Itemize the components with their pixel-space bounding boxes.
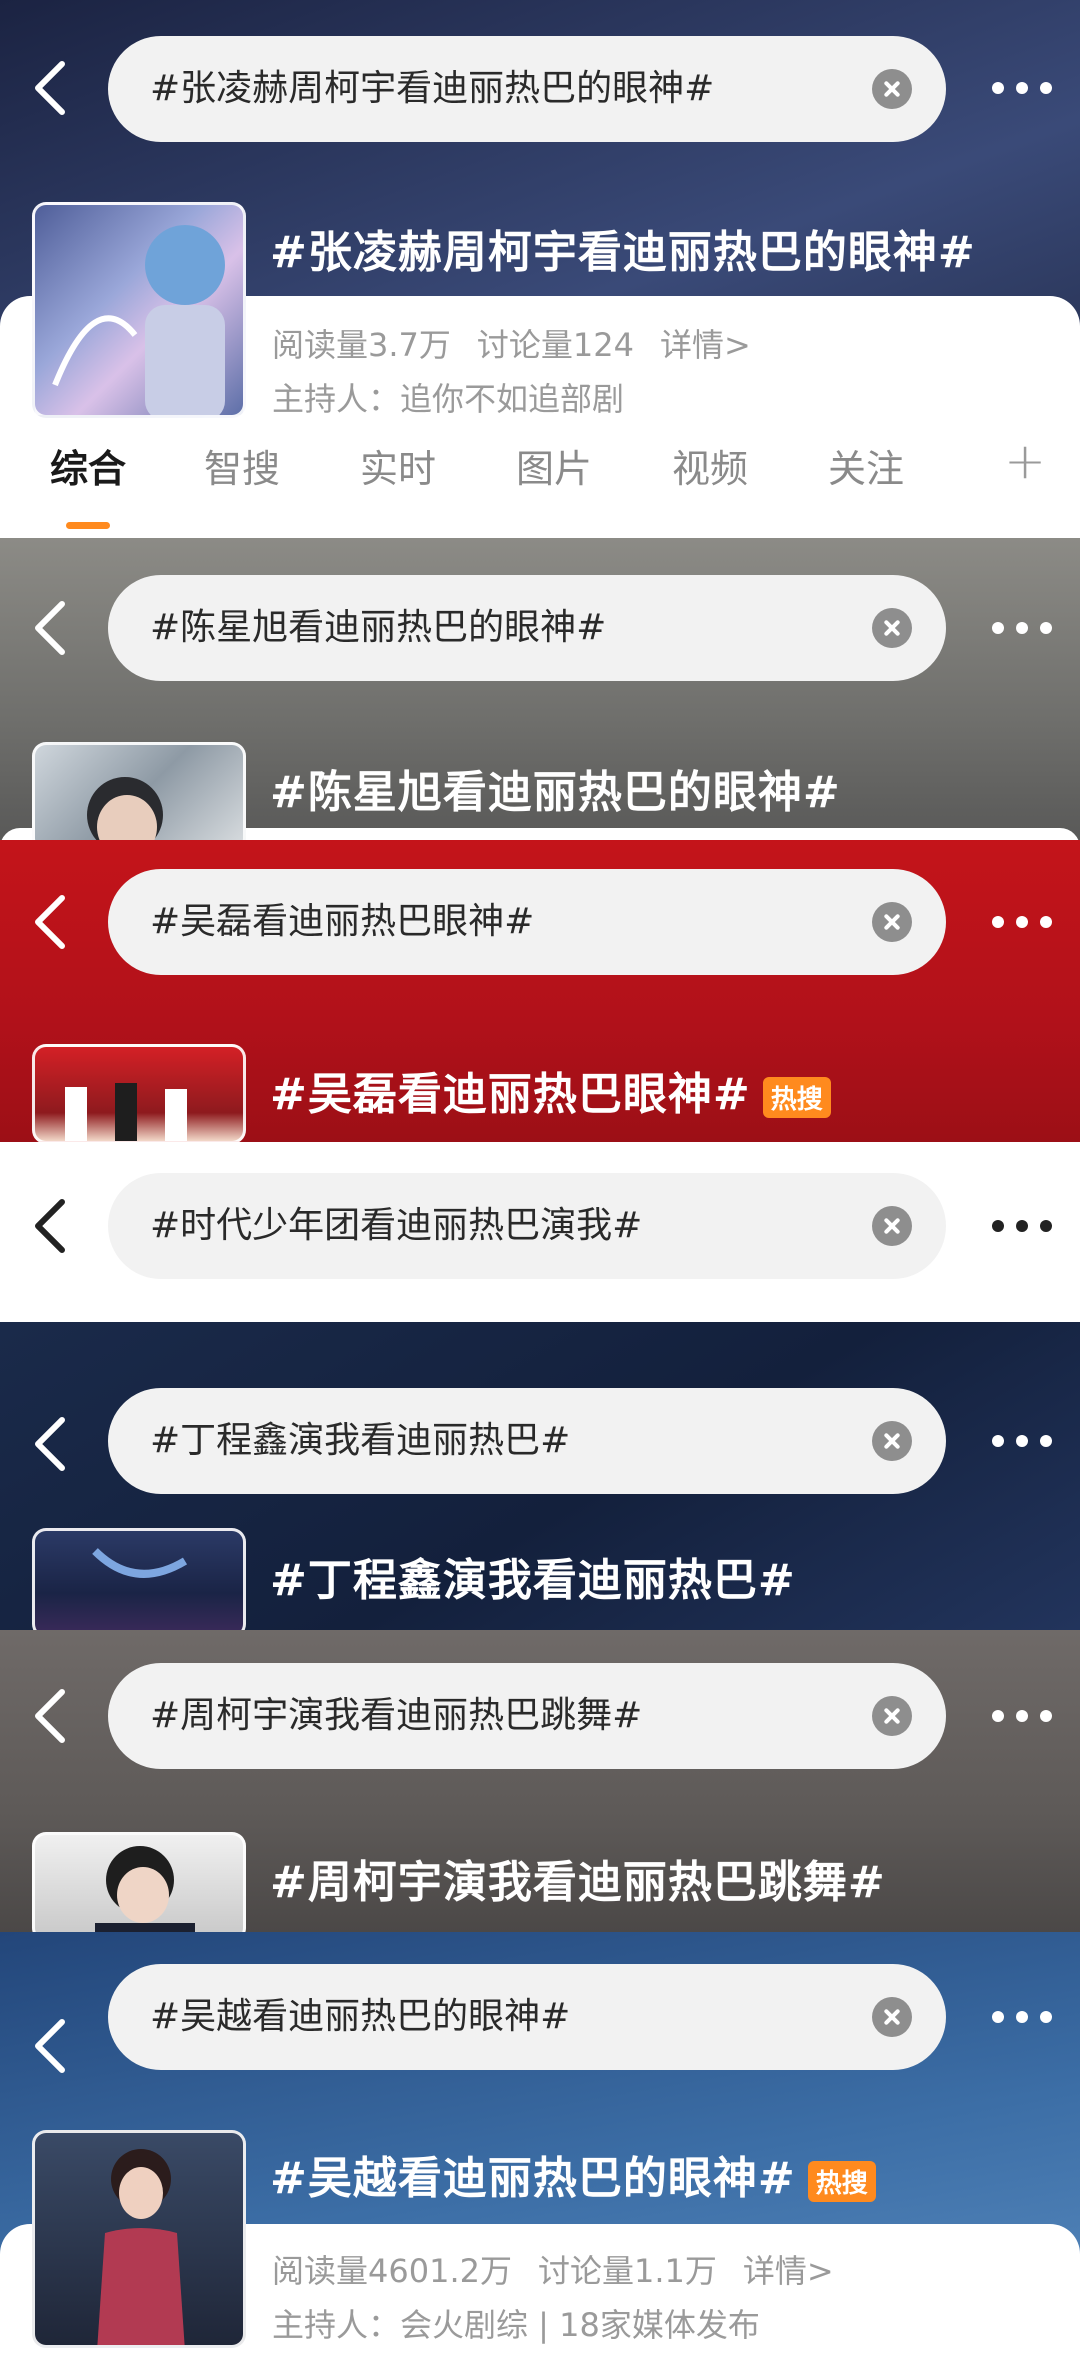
topic-title: #周柯宇演我看迪丽热巴跳舞#	[270, 1857, 886, 1908]
tab-following[interactable]: 关注	[828, 438, 904, 493]
back-arrow-icon	[35, 1199, 65, 1253]
tab-comprehensive[interactable]: 综合	[50, 438, 126, 493]
more-dots-icon[interactable]	[992, 1220, 1052, 1234]
read-count: 阅读量4601.2万	[272, 2252, 512, 2290]
search-bar[interactable]: #吴磊看迪丽热巴眼神#	[108, 869, 946, 975]
back-arrow-icon	[35, 895, 65, 949]
topic-thumbnail	[32, 742, 246, 840]
topic-panel-5: #丁程鑫演我看迪丽热巴# #丁程鑫演我看迪丽热巴#	[0, 1322, 1080, 1630]
back-arrow-icon	[35, 1689, 65, 1743]
hot-search-badge: 热搜	[807, 2160, 876, 2202]
more-dots-icon[interactable]	[992, 82, 1052, 96]
more-dots-icon[interactable]	[992, 622, 1052, 636]
tab-bar: 综合 智搜 实时 图片 视频 关注 +	[0, 432, 1080, 529]
topic-panel-2: #陈星旭看迪丽热巴的眼神# #陈星旭看迪丽热巴的眼神#	[0, 538, 1080, 840]
topic-thumbnail	[32, 1528, 246, 1630]
topic-panel-7: #吴越看迪丽热巴的眼神# #吴越看迪丽热巴的眼神# 热搜 阅读量4601.2万 讨论…	[0, 1932, 1080, 2372]
clear-icon[interactable]	[872, 1997, 912, 2037]
topic-thumbnail	[32, 1044, 246, 1142]
topic-panel-1: #张凌赫周柯宇看迪丽热巴的眼神# #张凌赫周柯宇看迪丽热巴的眼神# 阅读量3.7…	[0, 0, 1080, 538]
more-dots-icon[interactable]	[992, 2011, 1052, 2025]
discussion-count: 讨论量1.1万	[537, 2252, 717, 2290]
topic-thumbnail	[32, 202, 246, 418]
topic-panel-4: #时代少年团看迪丽热巴演我#	[0, 1142, 1080, 1322]
topic-title-text: #吴越看迪丽热巴的眼神#	[270, 2153, 796, 2204]
topic-title: #吴磊看迪丽热巴眼神# 热搜	[270, 1058, 831, 1122]
topic-panel-6: #周柯宇演我看迪丽热巴跳舞# #周柯宇演我看迪丽热巴跳舞#	[0, 1630, 1080, 1932]
plus-icon[interactable]: +	[1004, 432, 1046, 490]
clear-icon[interactable]	[872, 1696, 912, 1736]
tab-smart-search[interactable]: 智搜	[204, 438, 280, 493]
details-link[interactable]: 详情>	[660, 326, 751, 364]
clear-icon[interactable]	[872, 1421, 912, 1461]
topic-thumbnail	[32, 1832, 246, 1932]
topic-title: #张凌赫周柯宇看迪丽热巴的眼神#	[270, 227, 976, 278]
topic-stats: 阅读量4601.2万 讨论量1.1万 详情>	[272, 2246, 860, 2292]
more-dots-icon[interactable]	[992, 1435, 1052, 1449]
topic-title: #吴越看迪丽热巴的眼神# 热搜	[270, 2142, 876, 2206]
back-button[interactable]	[30, 2016, 70, 2076]
details-link[interactable]: 详情>	[743, 2252, 834, 2290]
search-bar[interactable]: #吴越看迪丽热巴的眼神#	[108, 1964, 946, 2070]
search-input[interactable]: #吴磊看迪丽热巴眼神#	[150, 869, 534, 975]
more-dots-icon[interactable]	[992, 1710, 1052, 1724]
topic-stats: 阅读量3.7万 讨论量124 详情>	[272, 320, 777, 366]
topic-thumbnail	[32, 2130, 246, 2348]
back-button[interactable]	[30, 598, 70, 658]
host-info: 主持人：会火剧综 | 18家媒体发布	[272, 2306, 760, 2344]
search-bar[interactable]: #张凌赫周柯宇看迪丽热巴的眼神#	[108, 36, 946, 142]
tab-realtime[interactable]: 实时	[360, 438, 436, 493]
clear-icon[interactable]	[872, 608, 912, 648]
clear-icon[interactable]	[872, 69, 912, 109]
search-bar[interactable]: #丁程鑫演我看迪丽热巴#	[108, 1388, 946, 1494]
search-input[interactable]: #时代少年团看迪丽热巴演我#	[150, 1173, 642, 1279]
back-button[interactable]	[30, 1196, 70, 1256]
search-bar[interactable]: #时代少年团看迪丽热巴演我#	[108, 1173, 946, 1279]
back-button[interactable]	[30, 1414, 70, 1474]
topic-panel-3: #吴磊看迪丽热巴眼神# #吴磊看迪丽热巴眼神# 热搜	[0, 840, 1080, 1142]
host-info: 主持人：追你不如追部剧	[272, 380, 625, 418]
search-input[interactable]: #周柯宇演我看迪丽热巴跳舞#	[150, 1663, 642, 1769]
hot-search-badge: 热搜	[762, 1076, 831, 1118]
discussion-count: 讨论量124	[476, 326, 634, 364]
clear-icon[interactable]	[872, 1206, 912, 1246]
active-tab-indicator	[66, 522, 110, 529]
topic-title: #丁程鑫演我看迪丽热巴#	[270, 1555, 796, 1606]
search-input[interactable]: #丁程鑫演我看迪丽热巴#	[150, 1388, 570, 1494]
more-dots-icon[interactable]	[992, 916, 1052, 930]
back-arrow-icon	[35, 601, 65, 655]
back-button[interactable]	[30, 1686, 70, 1746]
tab-videos[interactable]: 视频	[672, 438, 748, 493]
search-input[interactable]: #吴越看迪丽热巴的眼神#	[150, 1964, 570, 2070]
back-arrow-icon	[35, 61, 65, 115]
read-count: 阅读量3.7万	[272, 326, 451, 364]
back-arrow-icon	[35, 2019, 65, 2073]
tab-images[interactable]: 图片	[516, 438, 592, 493]
back-button[interactable]	[30, 892, 70, 952]
topic-title: #陈星旭看迪丽热巴的眼神#	[270, 767, 841, 818]
topic-title-text: #吴磊看迪丽热巴眼神#	[270, 1069, 751, 1120]
search-input[interactable]: #陈星旭看迪丽热巴的眼神#	[150, 575, 606, 681]
back-arrow-icon	[35, 1417, 65, 1471]
clear-icon[interactable]	[872, 902, 912, 942]
back-button[interactable]	[30, 58, 70, 118]
search-input[interactable]: #张凌赫周柯宇看迪丽热巴的眼神#	[150, 36, 714, 142]
search-bar[interactable]: #陈星旭看迪丽热巴的眼神#	[108, 575, 946, 681]
search-bar[interactable]: #周柯宇演我看迪丽热巴跳舞#	[108, 1663, 946, 1769]
